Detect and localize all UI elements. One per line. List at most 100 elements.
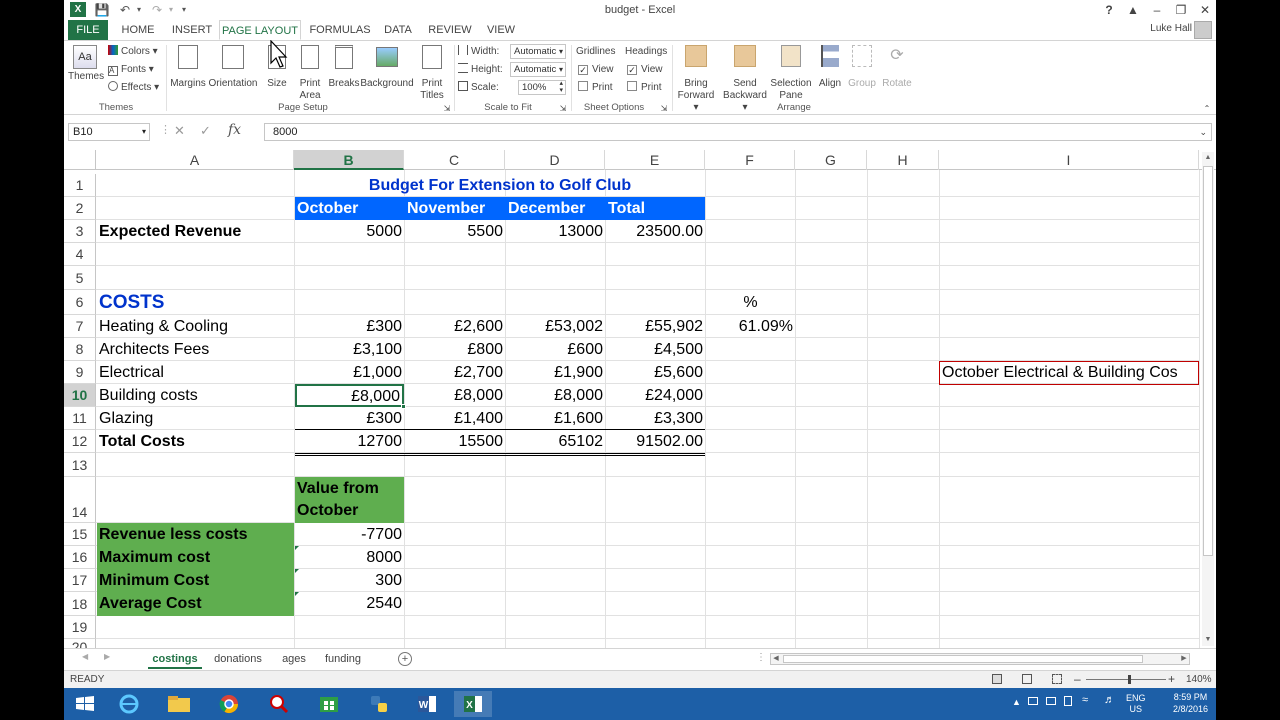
background-button[interactable]: Background [360,45,414,90]
row-header-3[interactable]: 3 [64,220,96,243]
cell-i9[interactable]: October Electrical & Building Cos [939,361,1199,385]
name-box[interactable]: B10 ▾ [68,123,150,141]
value-from-october-line2[interactable]: October [295,500,404,522]
sheet-options-launcher-icon[interactable]: ⇲ [659,103,669,115]
split-handle-icon[interactable]: ⋮ [756,652,766,663]
collapse-ribbon-icon[interactable]: ⌃ [1202,103,1212,115]
column-header-h[interactable]: H [867,150,939,170]
input-language[interactable]: ENG US [1126,693,1146,715]
cost-label[interactable]: Electrical [97,361,294,384]
cost-label[interactable]: Architects Fees [97,338,294,361]
tab-view[interactable]: VIEW [484,20,518,40]
costs-heading[interactable]: COSTS [97,290,294,315]
start-button[interactable] [66,691,104,717]
row-header-5[interactable]: 5 [64,266,96,290]
zoom-level[interactable]: 140% [1186,674,1212,685]
page-break-view-icon[interactable] [1052,674,1062,684]
stat-value[interactable]: 2540 [295,592,404,616]
cell-c10[interactable]: £8,000 [405,384,505,407]
column-header-c[interactable]: C [404,150,505,170]
stat-label[interactable]: Revenue less costs [97,523,294,546]
help-icon[interactable]: ? [1098,2,1120,18]
row-header-9[interactable]: 9 [64,361,96,384]
selection-pane-button[interactable]: Selection Pane [770,45,812,102]
cancel-icon[interactable]: ✕ [174,123,185,139]
taskbar-ie[interactable] [110,691,148,717]
error-indicator-icon[interactable] [295,569,299,573]
row-header-6[interactable]: 6 [64,290,96,315]
error-indicator-icon[interactable] [295,592,299,596]
clock[interactable]: 8:59 PM 2/8/2016 [1173,691,1208,715]
row-header-15[interactable]: 15 [64,523,96,546]
row-header-7[interactable]: 7 [64,315,96,338]
zoom-slider[interactable] [1086,679,1166,680]
scroll-left-icon[interactable]: ◀ [771,654,781,664]
stat-label[interactable]: Average Cost [97,592,294,616]
column-header-f[interactable]: F [705,150,795,170]
zoom-out-icon[interactable]: – [1074,672,1081,686]
stat-value[interactable]: -7700 [295,523,404,546]
row-header-18[interactable]: 18 [64,592,96,616]
cell-b10-selected[interactable]: £8,000 [295,384,404,407]
header-november[interactable]: November [405,197,505,220]
expand-formula-icon[interactable]: ⌄ [1199,124,1207,140]
sheet-tab-ages[interactable]: ages [276,649,312,669]
taskbar-excel[interactable]: X [454,691,492,717]
cell-b12[interactable]: 12700 [295,430,404,453]
zoom-slider-thumb[interactable] [1128,675,1131,684]
cell-d7[interactable]: £53,002 [506,315,605,338]
user-name[interactable]: Luke Hall [1150,23,1192,34]
header-october[interactable]: October [295,197,405,220]
new-sheet-icon[interactable]: + [398,652,412,666]
formula-input[interactable]: 8000 ⌄ [264,123,1212,141]
column-header-b[interactable]: B [294,150,404,170]
stat-label[interactable]: Minimum Cost [97,569,294,592]
cell-d3[interactable]: 13000 [506,220,605,243]
row-header-13[interactable]: 13 [64,453,96,477]
cell-b11[interactable]: £300 [295,407,404,430]
sheet-tab-funding[interactable]: funding [318,649,368,669]
stat-label[interactable]: Maximum cost [97,546,294,569]
cell-d11[interactable]: £1,600 [506,407,605,430]
cell-c12[interactable]: 15500 [405,430,505,453]
page-layout-view-icon[interactable] [1022,674,1032,684]
print-titles-button[interactable]: Print Titles [416,45,448,102]
gridlines-view-checkbox[interactable]: ✓ View [578,62,614,78]
row-header-8[interactable]: 8 [64,338,96,361]
effects-button[interactable]: Effects ▾ [108,80,159,96]
cell-d8[interactable]: £600 [506,338,605,361]
taskbar-store[interactable] [310,691,348,717]
scroll-up-icon[interactable]: ▲ [1202,152,1214,164]
battery-icon[interactable] [1064,696,1072,706]
cell-c7[interactable]: £2,600 [405,315,505,338]
headings-print-checkbox[interactable]: Print [627,80,662,96]
tab-home[interactable]: HOME [116,20,160,40]
scale-spinner[interactable]: 100% ▴ ▾ [518,80,566,95]
percent-heading[interactable]: % [706,290,795,315]
page-setup-launcher-icon[interactable]: ⇲ [442,103,452,115]
error-indicator-icon[interactable] [295,546,299,550]
cell-e9[interactable]: £5,600 [606,361,705,384]
close-icon[interactable]: ✕ [1194,2,1216,18]
cell-b7[interactable]: £300 [295,315,404,338]
action-center-icon[interactable] [1028,697,1038,705]
column-header-i[interactable]: I [939,150,1199,170]
ribbon-display-icon[interactable]: ▲ [1122,2,1144,18]
scroll-thumb[interactable] [1203,166,1213,556]
row-header-10[interactable]: 10 [64,384,96,407]
cost-label[interactable]: Heating & Cooling [97,315,294,338]
header-december[interactable]: December [506,197,606,220]
worksheet-grid[interactable]: A B C D E F G H I 1 2 3 4 5 6 7 8 9 10 1… [64,150,1216,648]
tab-formulas[interactable]: FORMULAS [308,20,372,40]
vertical-scrollbar[interactable]: ▲ ▼ [1202,152,1214,646]
minimize-icon[interactable]: – [1146,2,1168,18]
insert-function-icon[interactable]: fx [228,122,241,138]
group-button[interactable]: Group [846,45,878,90]
select-all-corner[interactable] [64,150,96,170]
rotate-button[interactable]: ⟳ Rotate [880,45,914,90]
cell-e8[interactable]: £4,500 [606,338,705,361]
row-header-12[interactable]: 12 [64,430,96,453]
cost-label[interactable]: Building costs [97,384,294,407]
cell-c3[interactable]: 5500 [405,220,505,243]
row-header-11[interactable]: 11 [64,407,96,430]
